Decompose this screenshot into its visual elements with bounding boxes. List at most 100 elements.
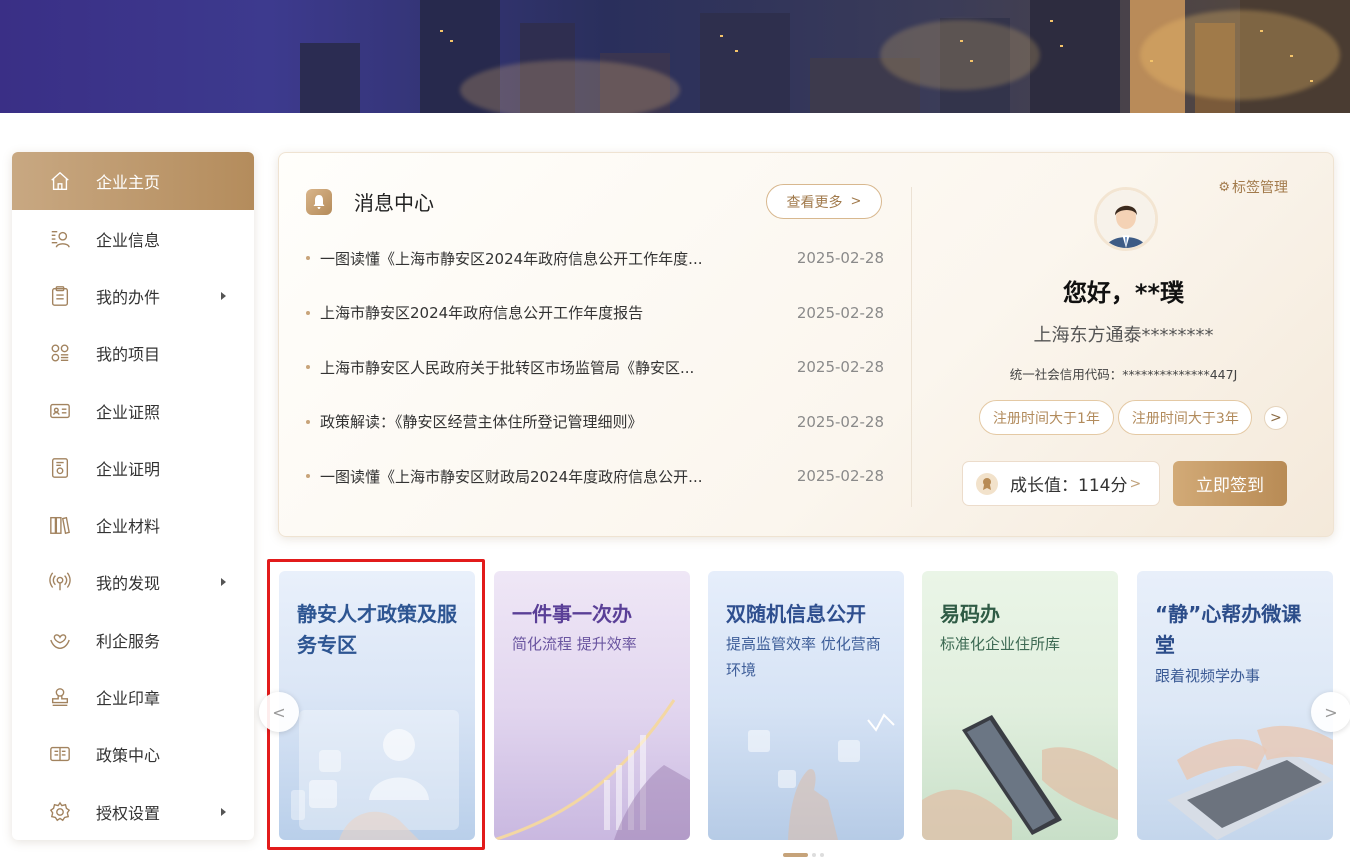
gear-icon: ⚙ [1218,179,1230,195]
books-icon [48,513,72,537]
sidebar-item-discover[interactable]: 我的发现 [12,554,254,611]
card-title: 静安人才政策及服务专区 [297,602,457,657]
sidebar-item-seals[interactable]: 企业印章 [12,668,254,725]
sidebar-item-home[interactable]: 企业主页 [12,152,254,210]
sidebar-item-label: 我的发现 [96,574,161,594]
service-card-one-thing-once[interactable]: 一件事一次办 简化流程 提升效率 [494,571,690,840]
sidebar-item-label: 政策中心 [96,746,161,766]
message-date: 2025-02-28 [796,358,884,377]
message-item[interactable]: 上海市静安区2024年政府信息公开工作年度报告 2025-02-28 [306,286,884,341]
bullet-dot [306,310,310,315]
message-date: 2025-02-28 [796,412,884,431]
carousel-next-button[interactable]: > [1311,692,1350,732]
stamp-icon [48,685,72,709]
sidebar-nav: 企业主页 企业信息 我的办件 我的项目 企业证照 企业证明 企业材料 我的发现 … [12,152,254,840]
chevron-right-icon: > [1129,475,1142,492]
caret-right-icon [221,578,226,587]
sidebar-item-policy[interactable]: 政策中心 [12,726,254,783]
message-item[interactable]: 一图读懂《上海市静安区财政局2024年度政府信息公开... 2025-02-28 [306,449,884,504]
service-card-talent-policy[interactable]: 静安人才政策及服务专区 [279,571,475,840]
sidebar-item-label: 企业主页 [96,173,161,192]
sidebar-item-enterprise-info[interactable]: 企业信息 [12,210,254,267]
card-illustration [494,699,690,840]
profile-tag[interactable]: 注册时间大于3年 [1117,400,1252,435]
chevron-left-icon: < [272,702,286,722]
message-title: 上海市静安区人民政府关于批转区市场监管局《静安区... [320,358,695,377]
sidebar-item-my-cases[interactable]: 我的办件 [12,267,254,324]
panel-divider [911,187,912,507]
caret-right-icon [221,291,226,300]
sidebar-item-label: 企业材料 [96,517,161,537]
card-illustration [291,710,459,840]
sidebar-item-certificates[interactable]: 企业证明 [12,439,254,496]
chevron-right-icon: > [850,194,862,209]
credit-code: 统一社会信用代码：**************447J [1009,367,1238,382]
sidebar-item-licenses[interactable]: 企业证照 [12,382,254,439]
sidebar-item-services[interactable]: 利企服务 [12,611,254,668]
message-title: 一图读懂《上海市静安区财政局2024年度政府信息公开... [320,467,703,486]
card-illustration [1167,725,1333,840]
carousel-dot-active[interactable] [783,853,808,857]
avatar [1094,187,1158,251]
view-more-label: 查看更多 [786,194,843,211]
clipboard-icon [48,284,72,308]
sidebar-item-label: 企业印章 [96,689,161,709]
message-date: 2025-02-28 [796,249,884,268]
message-center-header: 消息中心 [306,187,434,216]
gear-icon [48,800,72,824]
greeting: 您好，**璞 [1062,279,1185,307]
tag-manage-label: 标签管理 [1232,180,1288,196]
message-item[interactable]: 一图读懂《上海市静安区2024年政府信息公开工作年度... 2025-02-28 [306,231,884,286]
card-subtitle: 标准化企业住所库 [940,635,1061,653]
message-title: 上海市静安区2024年政府信息公开工作年度报告 [320,304,644,323]
message-item[interactable]: 政策解读：《静安区经营主体住所登记管理细则》 2025-02-28 [306,395,884,450]
message-center-panel: 消息中心 查看更多 > 一图读懂《上海市静安区2024年政府信息公开工作年度..… [278,152,1334,537]
carousel-dot[interactable] [812,853,816,857]
bullet-dot [306,419,310,424]
card-title: 易码办 [940,602,1000,626]
bullet-dot [306,256,310,261]
sidebar-item-label: 我的办件 [96,287,161,307]
profile-tags: 注册时间大于1年 注册时间大于3年 > [979,400,1288,435]
bullet-dot [306,365,310,370]
certificate-icon [48,456,72,480]
sidebar-item-label: 利企服务 [96,631,161,651]
message-date: 2025-02-28 [796,303,884,322]
service-card-easy-code[interactable]: 易码办 标准化企业住所库 [922,571,1118,840]
sidebar-item-label: 企业证明 [96,459,161,479]
home-icon [48,169,72,193]
sidebar-item-authorization[interactable]: 授权设置 [12,783,254,840]
growth-value-button[interactable]: 成长值：114分 > [962,461,1160,506]
card-illustration [922,715,1118,840]
view-more-button[interactable]: 查看更多 > [766,184,882,219]
carousel-dot[interactable] [820,853,824,857]
chevron-right-icon[interactable]: > [1263,405,1288,430]
service-card-micro-class[interactable]: “静”心帮办微课堂 跟着视频学办事 [1137,571,1333,840]
card-title: “静”心帮办微课堂 [1155,602,1302,657]
growth-value-label: 成长值：114分 [1010,476,1128,496]
caret-right-icon [221,807,226,816]
enterprise-info-icon [48,227,72,251]
sidebar-item-label: 企业证照 [96,402,161,422]
message-center-title: 消息中心 [354,191,434,215]
carousel-prev-button[interactable]: < [259,692,299,732]
profile-tag[interactable]: 注册时间大于1年 [979,400,1114,435]
sidebar-item-label: 授权设置 [96,803,161,823]
broadcast-icon [48,570,72,594]
card-title: 双随机信息公开 [726,602,866,626]
sidebar-item-materials[interactable]: 企业材料 [12,496,254,553]
sidebar-item-label: 企业信息 [96,230,161,250]
message-item[interactable]: 上海市静安区人民政府关于批转区市场监管局《静安区... 2025-02-28 [306,340,884,395]
heart-hands-icon [48,628,72,652]
tag-manage-link[interactable]: ⚙ 标签管理 [1218,177,1288,197]
project-grid-icon [48,341,72,365]
sidebar-item-my-projects[interactable]: 我的项目 [12,325,254,382]
license-card-icon [48,399,72,423]
carousel-indicator [783,853,828,857]
message-date: 2025-02-28 [796,467,884,486]
card-title: 一件事一次办 [512,602,632,626]
signin-button[interactable]: 立即签到 [1173,461,1287,506]
message-list: 一图读懂《上海市静安区2024年政府信息公开工作年度... 2025-02-28… [306,231,884,504]
chevron-right-icon: > [1324,702,1338,722]
service-card-random-inspection[interactable]: 双随机信息公开 提高监管效率 优化营商环境 [708,571,904,840]
